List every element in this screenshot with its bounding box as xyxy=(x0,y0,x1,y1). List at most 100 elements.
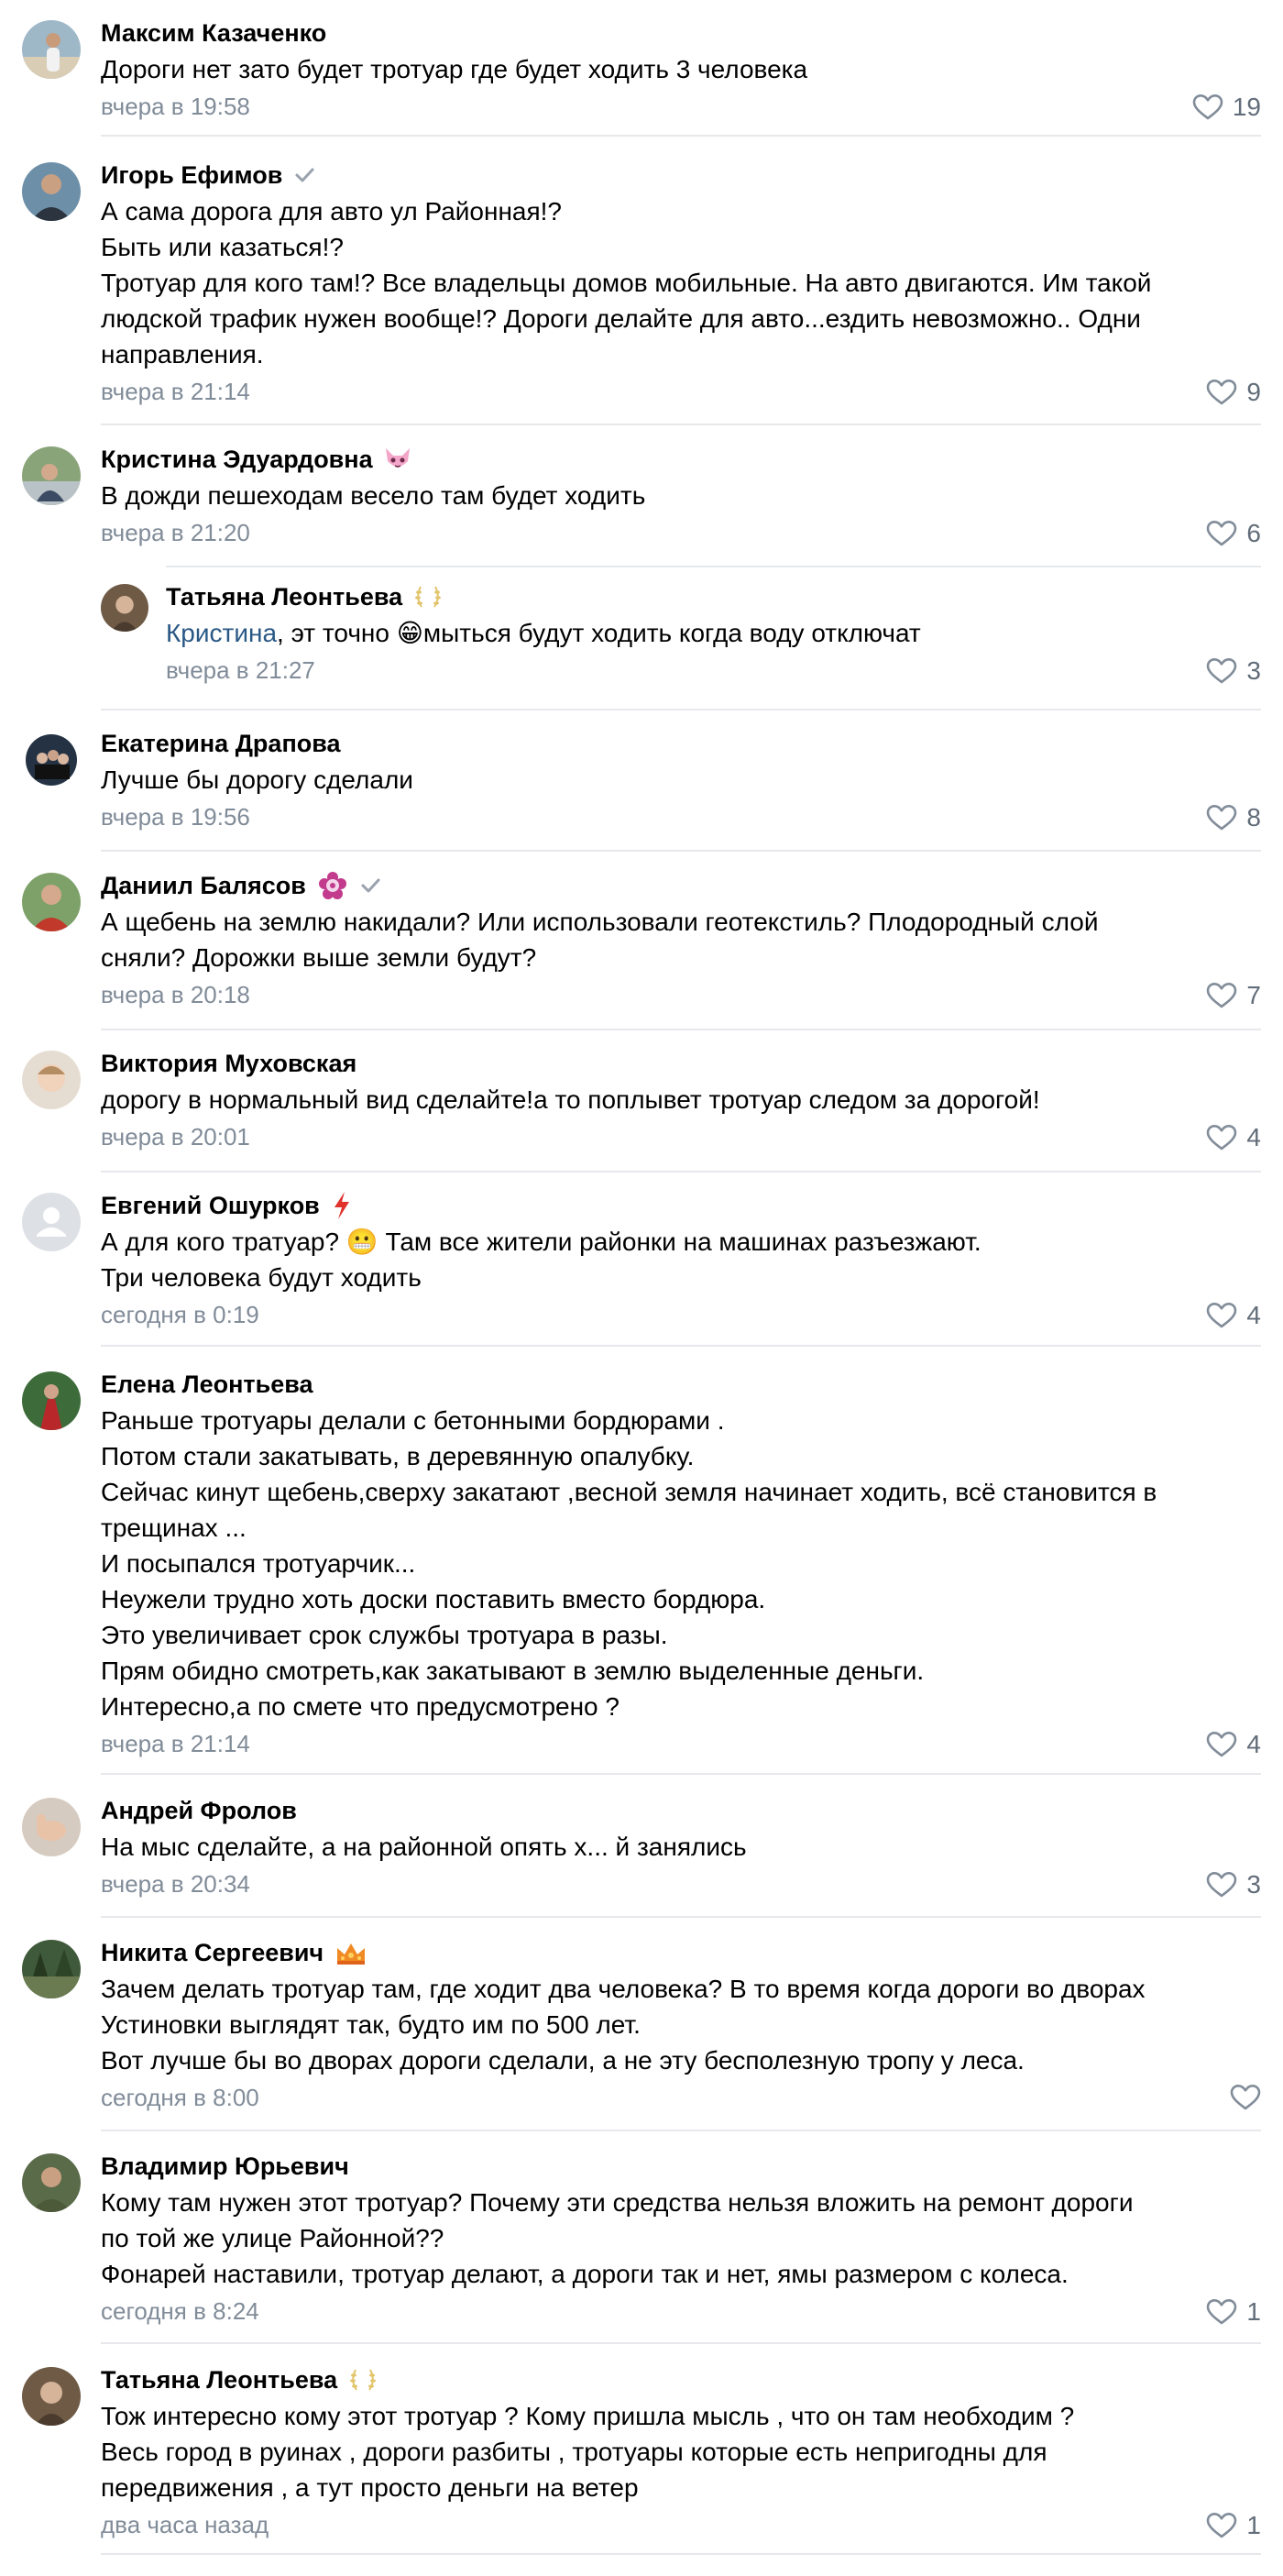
author-name[interactable]: Андрей Фролов xyxy=(101,1797,297,1825)
comment-text-content: Тож интересно кому этот тротуар ? Кому п… xyxy=(101,2402,1075,2502)
comment-text-content: Лучше бы дорогу сделали xyxy=(101,765,413,794)
avatar[interactable] xyxy=(22,1940,81,1998)
comment-text-content: А для кого тратуар? 😬 Там все жители рай… xyxy=(101,1227,981,1292)
comment-text: Лучше бы дорогу сделали xyxy=(101,762,1261,798)
comment-body: Виктория Муховская дорогу в нормальный ви… xyxy=(101,1047,1261,1152)
avatar[interactable] xyxy=(22,1193,81,1251)
comment-timestamp[interactable]: вчера в 21:14 xyxy=(101,376,1261,407)
author-row: Владимир Юрьевич xyxy=(101,2150,1261,2183)
comment-separator xyxy=(101,1345,1261,1347)
author-name[interactable]: Владимир Юрьевич xyxy=(101,2152,349,2181)
author-row: Максим Казаченко xyxy=(101,17,1261,50)
comment-body: Никита Сергеевич Зачем делать тротуар там… xyxy=(101,1936,1261,2113)
lightning-icon[interactable] xyxy=(331,1191,353,1220)
like-button[interactable]: 3 xyxy=(1206,1870,1261,1899)
avatar[interactable] xyxy=(22,731,81,789)
comment-timestamp[interactable]: вчера в 21:27 xyxy=(166,655,1261,686)
comment-text: На мыс сделайте, а на районной опять х..… xyxy=(101,1829,1261,1865)
author-name[interactable]: Даниил Балясов xyxy=(101,872,306,900)
like-count: 4 xyxy=(1246,1123,1261,1151)
comment-text: Дороги нет зато будет тротуар где будет … xyxy=(101,51,1261,87)
author-name[interactable]: Никита Сергеевич xyxy=(101,1939,323,1967)
author-row: Игорь Ефимов xyxy=(101,159,1261,192)
like-button[interactable]: 8 xyxy=(1206,803,1261,832)
comment-timestamp[interactable]: сегодня в 8:00 xyxy=(101,2082,1261,2113)
like-count: 3 xyxy=(1246,656,1261,685)
heart-icon xyxy=(1206,1302,1237,1329)
comment-text: дорогу в нормальный вид сделайте!а то по… xyxy=(101,1082,1261,1117)
comment-timestamp[interactable]: вчера в 19:56 xyxy=(101,801,1261,832)
avatar[interactable] xyxy=(22,2367,81,2426)
comment-timestamp[interactable]: вчера в 21:20 xyxy=(101,517,1261,548)
like-count: 1 xyxy=(1246,2297,1261,2326)
like-button[interactable]: 1 xyxy=(1206,2511,1261,2540)
author-name[interactable]: Максим Казаченко xyxy=(101,19,326,48)
avatar[interactable] xyxy=(22,1798,81,1856)
like-button[interactable]: 4 xyxy=(1206,1301,1261,1330)
comment-separator xyxy=(101,1171,1261,1172)
comment-timestamp[interactable]: вчера в 21:14 xyxy=(101,1728,1261,1759)
comment-timestamp[interactable]: сегодня в 8:24 xyxy=(101,2295,1261,2327)
author-name[interactable]: Елена Леонтьева xyxy=(101,1371,313,1399)
like-count: 1 xyxy=(1246,2511,1261,2539)
comment-text: А сама дорога для авто ул Районная!? Быт… xyxy=(101,193,1261,372)
heart-icon xyxy=(1206,2298,1237,2326)
comment-text: В дожди пешеходам весело там будет ходит… xyxy=(101,478,1261,513)
avatar[interactable] xyxy=(22,873,81,931)
avatar[interactable] xyxy=(22,162,81,221)
author-name[interactable]: Екатерина Драпова xyxy=(101,730,341,758)
comment-text-content: Дороги нет зато будет тротуар где будет … xyxy=(101,55,808,83)
like-button[interactable]: 6 xyxy=(1206,519,1261,548)
like-button[interactable]: 4 xyxy=(1206,1730,1261,1759)
comment-timestamp[interactable]: два часа назад xyxy=(101,2509,1261,2540)
comment-body: Татьяна Леонтьева Кристина, эт точно 😁мыт… xyxy=(166,580,1261,686)
avatar[interactable] xyxy=(22,2153,81,2212)
like-count: 6 xyxy=(1246,519,1261,547)
avatar[interactable] xyxy=(22,446,81,505)
like-count: 4 xyxy=(1246,1301,1261,1329)
heart-icon xyxy=(1206,379,1237,406)
author-name[interactable]: Кристина Эдуардовна xyxy=(101,446,373,474)
reply-to-link[interactable]: Кристина xyxy=(166,619,277,647)
comment-timestamp[interactable]: вчера в 20:01 xyxy=(101,1121,1261,1152)
avatar[interactable] xyxy=(22,1051,81,1109)
comment-separator xyxy=(101,2553,1261,2555)
laurel-icon[interactable] xyxy=(348,2366,378,2394)
comment-separator xyxy=(101,135,1261,137)
flower-badge-icon[interactable] xyxy=(317,870,348,901)
like-button[interactable]: 9 xyxy=(1206,378,1261,407)
avatar[interactable] xyxy=(101,584,148,632)
comment-body: Евгений Ошурков А для кого тратуар? 😬 Там… xyxy=(101,1189,1261,1330)
comment-timestamp[interactable]: вчера в 20:34 xyxy=(101,1868,1261,1899)
comment-timestamp[interactable]: вчера в 19:58 xyxy=(101,91,1261,122)
like-button[interactable]: 7 xyxy=(1206,981,1261,1010)
comment-text-content: , эт точно 😁мыться будут ходить когда во… xyxy=(277,619,921,647)
avatar[interactable] xyxy=(22,1371,81,1430)
laurel-icon[interactable] xyxy=(413,583,443,611)
author-name[interactable]: Евгений Ошурков xyxy=(101,1192,320,1220)
heart-icon xyxy=(1192,94,1223,121)
like-button[interactable]: 3 xyxy=(1206,656,1261,686)
comment-text: Кристина, эт точно 😁мыться будут ходить … xyxy=(166,615,1261,651)
crown-icon[interactable] xyxy=(334,1939,367,1966)
comment-timestamp[interactable]: сегодня в 0:19 xyxy=(101,1299,1261,1330)
like-button[interactable]: 1 xyxy=(1206,2297,1261,2327)
author-name[interactable]: Виктория Муховская xyxy=(101,1050,356,1078)
comment-separator xyxy=(166,566,1261,567)
like-button[interactable] xyxy=(1230,2084,1261,2111)
comment-text: А щебень на землю накидали? Или использо… xyxy=(101,904,1261,975)
like-count: 4 xyxy=(1246,1730,1261,1758)
avatar[interactable] xyxy=(22,20,81,79)
author-name[interactable]: Игорь Ефимов xyxy=(101,161,282,190)
author-name[interactable]: Татьяна Леонтьева xyxy=(101,2366,337,2394)
fox-mask-icon[interactable] xyxy=(384,446,411,472)
author-row: Никита Сергеевич xyxy=(101,1936,1261,1969)
comment-timestamp[interactable]: вчера в 20:18 xyxy=(101,979,1261,1010)
like-button[interactable]: 19 xyxy=(1192,93,1261,122)
like-button[interactable]: 4 xyxy=(1206,1123,1261,1152)
author-name[interactable]: Татьяна Леонтьева xyxy=(166,583,402,611)
author-row: Кристина Эдуардовна xyxy=(101,443,1261,476)
comment-body: Игорь Ефимов А сама дорога для авто ул Ра… xyxy=(101,159,1261,407)
author-row: Елена Леонтьева xyxy=(101,1368,1261,1401)
comment-text: Кому там нужен этот тротуар? Почему эти … xyxy=(101,2185,1261,2292)
